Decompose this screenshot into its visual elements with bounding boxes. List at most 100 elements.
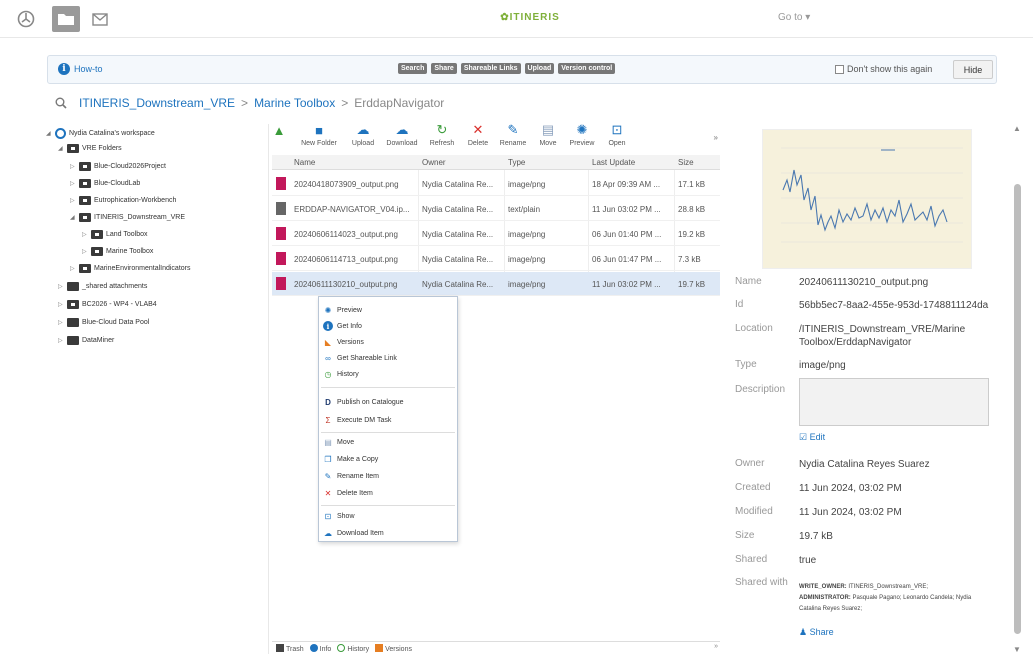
expanded-icon[interactable]: ◢ [46,130,52,137]
preview-button[interactable]: ✺ Preview [567,121,597,147]
dont-show-label: Don't show this again [847,64,933,74]
file-name: 20240418073909_output.png [294,180,399,189]
menu-item-get-shareable-link[interactable]: ∞ Get Shareable Link [323,353,397,363]
goto-label: Go to [778,12,803,23]
howto-search-button[interactable]: Search [398,63,428,74]
menu-item-download-item[interactable]: ☁ Download Item [323,528,384,538]
column-header-type[interactable]: Type [508,158,525,167]
howto-share-button[interactable]: Share [431,63,457,74]
scroll-down-icon[interactable]: ▼ [1013,645,1021,654]
dashboard-icon[interactable] [14,6,38,32]
menu-divider [321,505,455,506]
collapsed-icon[interactable]: ▷ [58,301,64,308]
tree-item[interactable]: ▷ MarineEnvironmentalIndicators [70,264,191,273]
info-label: Info [319,645,332,653]
edit-button[interactable]: ☑ Edit [799,432,825,443]
info-button[interactable]: Info [309,643,332,653]
download-button[interactable]: ☁ Download [383,121,421,147]
breadcrumb-marine-toolbox[interactable]: Marine Toolbox [254,96,335,110]
column-header-size[interactable]: Size [678,158,694,167]
share-button[interactable]: ♟ Share [799,627,834,638]
trash-button[interactable]: Trash [276,643,304,653]
statusbar-more-button[interactable]: » [714,643,718,650]
menu-item-show[interactable]: ⊡ Show [323,511,355,521]
collapsed-icon[interactable]: ▷ [82,248,88,255]
tree-item[interactable]: ▷ Blue-CloudLab [70,179,140,188]
column-header-owner[interactable]: Owner [422,158,446,167]
refresh-button[interactable]: ↻ Refresh [427,121,457,147]
menu-item-move[interactable]: ▤ Move [323,437,354,447]
checkbox-icon[interactable] [835,64,844,74]
move-button[interactable]: ▤ Move [535,121,561,147]
versions-button[interactable]: Versions [375,643,412,653]
brand-logo[interactable]: ✿ITINERIS [470,12,590,23]
toolbar-more-button[interactable]: » [714,133,718,142]
menu-item-history[interactable]: ◷ History [323,369,359,379]
delete-button[interactable]: ✕ Delete [465,121,491,147]
expanded-icon[interactable]: ◢ [70,214,76,221]
tree-item-vre-folders[interactable]: ◢ VRE Folders [58,144,122,153]
collapsed-icon[interactable]: ▷ [70,180,76,187]
search-icon[interactable] [55,97,67,109]
scroll-up-icon[interactable]: ▲ [1013,124,1021,133]
file-preview-image[interactable] [762,129,972,269]
file-owner: Nydia Catalina Re... [422,205,494,214]
menu-label: History [337,370,359,378]
table-row[interactable]: 20240606114023_output.png Nydia Catalina… [272,222,720,246]
tree-item[interactable]: ▷ Blue-Cloud Data Pool [58,318,149,327]
collapsed-icon[interactable]: ▷ [70,197,76,204]
goto-dropdown[interactable]: Go to ▾ [778,12,810,23]
folder-icon[interactable] [52,6,80,32]
tree-item-workspace[interactable]: ◢ Nydia Catalina's workspace [46,128,155,139]
howto-upload-button[interactable]: Upload [524,63,555,74]
folder-icon [67,282,79,291]
tree-item[interactable]: ▷ _shared attachments [58,282,147,291]
tree-item[interactable]: ▷ BC2026 - WP4 - VLAB4 [58,300,157,309]
collapsed-icon[interactable]: ▷ [70,163,76,170]
upload-button[interactable]: ☁ Upload [348,121,378,147]
menu-item-rename-item[interactable]: ✎ Rename Item [323,471,379,481]
expanded-icon[interactable]: ◢ [58,145,64,152]
tree-item[interactable]: ▷ DataMiner [58,336,114,345]
scroll-thumb[interactable] [1014,184,1021,634]
menu-item-execute-dm-task[interactable]: Σ Execute DM Task [323,415,392,425]
collapsed-icon[interactable]: ▷ [58,283,64,290]
new-folder-label: New Folder [301,140,337,147]
howto-link[interactable]: i How-to [58,63,103,75]
table-row[interactable]: ERDDAP-NAVIGATOR_V04.ip... Nydia Catalin… [272,197,720,221]
collapsed-icon[interactable]: ▷ [70,265,76,272]
history-button[interactable]: History [337,643,369,653]
description-textarea[interactable] [799,378,989,426]
column-header-last-update[interactable]: Last Update [592,158,635,167]
hide-button[interactable]: Hide [953,60,993,79]
add-icon-button[interactable]: ▲ [272,121,286,139]
menu-item-get-info[interactable]: i Get Info [323,321,362,331]
rename-button[interactable]: ✎ Rename [498,121,528,147]
shared-with-write: ITINERIS_Downstream_VRE; [848,584,929,590]
menu-item-publish-on-catalogue[interactable]: D Publish on Catalogue [323,397,403,407]
table-row-selected[interactable]: 20240611130210_output.png Nydia Catalina… [272,272,720,296]
howto-version-control-button[interactable]: Version control [558,63,616,74]
mail-icon[interactable] [88,6,112,32]
breadcrumb-root[interactable]: ITINERIS_Downstream_VRE [79,96,235,110]
dont-show-checkbox[interactable]: Don't show this again [835,64,932,74]
table-row[interactable]: 20240606114713_output.png Nydia Catalina… [272,247,720,271]
menu-item-versions[interactable]: ◣ Versions [323,337,364,347]
menu-item-delete-item[interactable]: ✕ Delete Item [323,488,373,498]
scrollbar[interactable]: ▲ ▼ [1013,124,1022,654]
open-button[interactable]: ⊡ Open [605,121,629,147]
tree-item[interactable]: ◢ ITINERIS_Downstream_VRE [70,213,185,222]
collapsed-icon[interactable]: ▷ [58,337,64,344]
tree-item[interactable]: ▷ Marine Toolbox [82,247,153,256]
collapsed-icon[interactable]: ▷ [82,231,88,238]
tree-item[interactable]: ▷ Eutrophication-Workbench [70,196,176,205]
tree-item[interactable]: ▷ Land Toolbox [82,230,148,239]
tree-item[interactable]: ▷ Blue-Cloud2026Project [70,162,166,171]
column-header-name[interactable]: Name [294,158,315,167]
new-folder-button[interactable]: ■ New Folder [296,121,342,148]
table-row[interactable]: 20240418073909_output.png Nydia Catalina… [272,172,720,196]
menu-item-make-a-copy[interactable]: ❐ Make a Copy [323,454,378,464]
howto-shareable-links-button[interactable]: Shareable Links [460,63,521,74]
menu-item-preview[interactable]: ✺ Preview [323,305,362,315]
collapsed-icon[interactable]: ▷ [58,319,64,326]
